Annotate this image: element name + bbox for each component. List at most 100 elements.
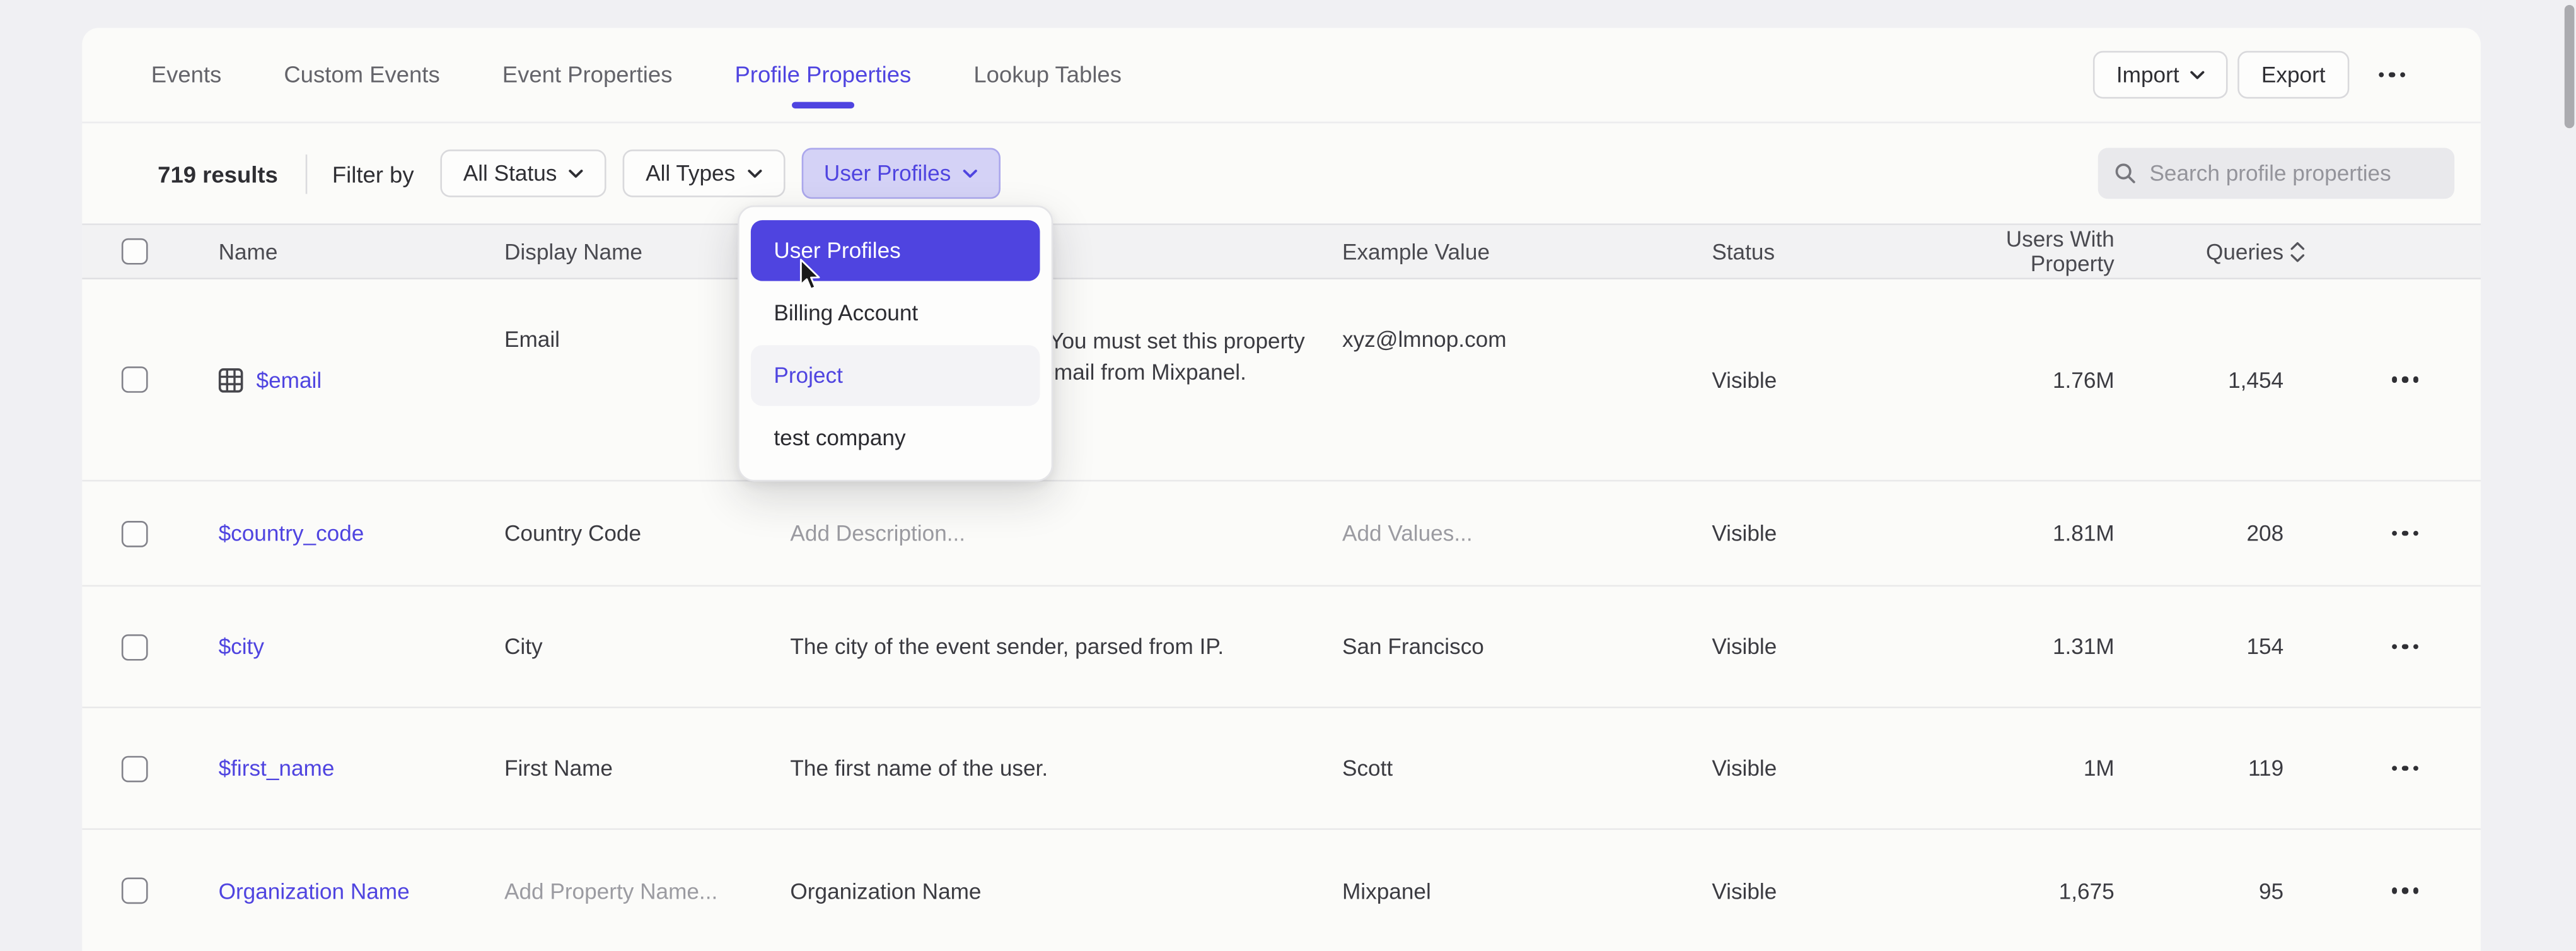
search-input[interactable]	[2149, 161, 2438, 185]
tab-custom-events[interactable]: Custom Events	[284, 30, 439, 120]
status-cell[interactable]: Visible	[1712, 634, 1918, 659]
status-filter-button[interactable]: All Status	[440, 149, 606, 197]
tab-lookup-tables[interactable]: Lookup Tables	[973, 30, 1122, 120]
dropdown-item-billing-account[interactable]: Billing Account	[751, 283, 1040, 343]
display-name-cell[interactable]: City	[504, 634, 790, 659]
tab-events[interactable]: Events	[151, 30, 222, 120]
import-button[interactable]: Import	[2093, 51, 2228, 99]
users-with-property-cell: 1M	[2084, 756, 2115, 781]
dropdown-item-user-profiles[interactable]: User Profiles	[751, 220, 1040, 281]
example-value-cell[interactable]: Mixpanel	[1342, 878, 1712, 903]
row-checkbox[interactable]	[122, 634, 148, 660]
ellipsis-icon	[2391, 530, 2397, 536]
stage: Events Custom Events Event Properties Pr…	[0, 0, 2576, 951]
ellipsis-icon	[2391, 376, 2397, 382]
profile-type-dropdown-menu: User Profiles Billing Account Project te…	[738, 206, 1053, 482]
description-cell[interactable]: Add Description...	[790, 521, 1342, 546]
overflow-menu-button[interactable]	[2365, 51, 2418, 99]
example-value-cell[interactable]: San Francisco	[1342, 634, 1712, 659]
status-cell[interactable]: Visible	[1712, 367, 1918, 392]
description-cell[interactable]: Organization Name	[790, 878, 1342, 903]
ellipsis-icon	[2391, 644, 2397, 650]
top-tab-bar: Events Custom Events Event Properties Pr…	[82, 28, 2481, 123]
property-name-cell: $email	[219, 367, 504, 392]
dropdown-item-project[interactable]: Project	[751, 345, 1040, 405]
display-name-cell[interactable]: Add Property Name...	[504, 878, 790, 903]
import-button-label: Import	[2116, 62, 2179, 87]
table-row: $email Email The user's email address. Y…	[82, 279, 2481, 482]
property-name-link[interactable]: $first_name	[219, 756, 335, 781]
example-value-cell[interactable]: xyz@lmnop.com	[1342, 279, 1712, 352]
lookup-table-grid-icon	[219, 367, 243, 392]
property-name-link[interactable]: $email	[257, 367, 322, 392]
header-users-with-property[interactable]: Users With Property	[1919, 227, 2115, 276]
users-with-property-cell: 1.81M	[2053, 521, 2115, 546]
table-header-row: Name Display Name Description Example Va…	[82, 223, 2481, 279]
profile-type-filter-label: User Profiles	[824, 161, 951, 185]
chevron-down-icon	[2191, 70, 2205, 80]
row-checkbox[interactable]	[122, 366, 148, 393]
row-checkbox[interactable]	[122, 520, 148, 547]
queries-cell: 154	[2246, 634, 2305, 659]
property-name-link[interactable]: $city	[219, 634, 264, 659]
chevron-down-icon	[963, 168, 977, 178]
lexicon-panel: Events Custom Events Event Properties Pr…	[82, 28, 2481, 951]
example-value-cell[interactable]: Scott	[1342, 756, 1712, 781]
header-name[interactable]: Name	[219, 239, 504, 264]
ellipsis-icon	[2378, 72, 2384, 78]
users-with-property-cell: 1.76M	[2053, 367, 2115, 392]
row-actions-button[interactable]	[2391, 888, 2481, 894]
divider	[306, 154, 308, 194]
status-cell[interactable]: Visible	[1712, 521, 1918, 546]
header-queries[interactable]: Queries	[2206, 239, 2305, 264]
property-name-link[interactable]: Organization Name	[219, 878, 410, 903]
row-checkbox[interactable]	[122, 878, 148, 904]
chevron-down-icon	[569, 168, 583, 178]
queries-cell: 95	[2259, 878, 2305, 903]
users-with-property-cell: 1.31M	[2053, 634, 2115, 659]
users-with-property-cell: 1,675	[2059, 878, 2115, 903]
header-example-value[interactable]: Example Value	[1342, 239, 1712, 264]
display-name-cell[interactable]: First Name	[504, 756, 790, 781]
ellipsis-icon	[2391, 766, 2397, 771]
tab-profile-properties[interactable]: Profile Properties	[734, 30, 911, 120]
status-filter-label: All Status	[463, 161, 557, 185]
row-actions-button[interactable]	[2391, 766, 2481, 771]
row-actions-button[interactable]	[2391, 530, 2481, 536]
display-name-cell[interactable]: Country Code	[504, 521, 790, 546]
description-cell[interactable]: The first name of the user.	[790, 756, 1342, 781]
type-filter-button[interactable]: All Types	[623, 149, 785, 197]
status-cell[interactable]: Visible	[1712, 756, 1918, 781]
type-filter-label: All Types	[646, 161, 735, 185]
export-button[interactable]: Export	[2238, 51, 2348, 99]
vertical-scrollbar-thumb[interactable]	[2565, 5, 2575, 128]
filter-bar: 719 results Filter by All Status All Typ…	[82, 123, 2481, 223]
table-row: $first_name First Name The first name of…	[82, 708, 2481, 830]
mouse-cursor-icon	[798, 258, 823, 293]
header-queries-label: Queries	[2206, 239, 2283, 264]
row-actions-button[interactable]	[2391, 644, 2481, 650]
viewport: Events Custom Events Event Properties Pr…	[0, 0, 2576, 951]
chevron-down-icon	[746, 168, 761, 178]
select-all-checkbox[interactable]	[122, 238, 148, 265]
header-status[interactable]: Status	[1712, 239, 1918, 264]
dropdown-item-test-company[interactable]: test company	[751, 407, 1040, 468]
table-row: $city City The city of the event sender,…	[82, 586, 2481, 708]
description-cell[interactable]: The city of the event sender, parsed fro…	[790, 634, 1342, 659]
row-checkbox[interactable]	[122, 755, 148, 781]
export-button-label: Export	[2261, 62, 2326, 87]
search-box[interactable]	[2098, 148, 2454, 199]
filter-by-label: Filter by	[332, 160, 414, 187]
queries-cell: 119	[2248, 756, 2305, 781]
example-value-cell[interactable]: Add Values...	[1342, 521, 1712, 546]
queries-cell: 208	[2246, 521, 2305, 546]
profile-type-filter-button[interactable]: User Profiles	[801, 148, 1000, 199]
row-actions-button[interactable]	[2391, 376, 2481, 382]
property-name-link[interactable]: $country_code	[219, 521, 364, 546]
tab-event-properties[interactable]: Event Properties	[502, 30, 673, 120]
ellipsis-icon	[2391, 888, 2397, 894]
status-cell[interactable]: Visible	[1712, 878, 1918, 903]
topbar-actions: Import Export	[2093, 51, 2418, 99]
tabs: Events Custom Events Event Properties Pr…	[151, 30, 1122, 120]
search-icon	[2115, 161, 2137, 185]
